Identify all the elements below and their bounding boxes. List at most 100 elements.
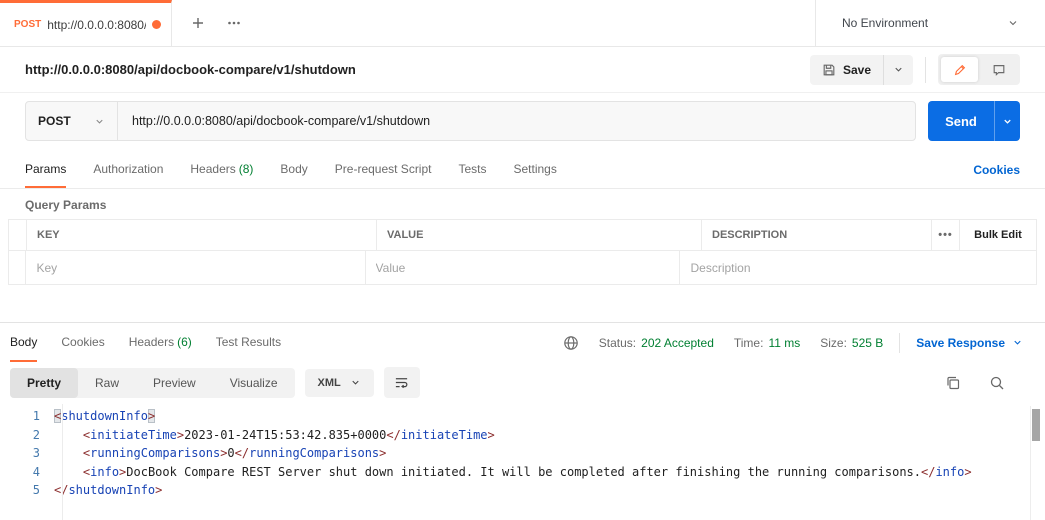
code-line: 3 <runningComparisons>0</runningComparis… — [0, 444, 1045, 463]
code-line-content: <shutdownInfo> — [54, 407, 155, 426]
chevron-down-icon — [94, 116, 105, 127]
query-params-table: KEY VALUE DESCRIPTION ••• Bulk Edit — [8, 219, 1037, 285]
tab-pre-request-script[interactable]: Pre-request Script — [335, 151, 432, 188]
tab-label: Body — [10, 335, 37, 349]
response-tabs: Body Cookies Headers(6) Test Results Sta… — [0, 323, 1045, 362]
response-code[interactable]: 1<shutdownInfo>2 <initiateTime>2023-01-2… — [0, 404, 1045, 520]
tab-count: (8) — [239, 162, 254, 176]
response-tab-headers[interactable]: Headers(6) — [129, 323, 192, 362]
params-header-row: KEY VALUE DESCRIPTION ••• Bulk Edit — [9, 220, 1036, 251]
edit-comment-toggle — [938, 54, 1020, 85]
size-badge: Size: 525 B — [820, 336, 883, 350]
request-title: http://0.0.0.0:8080/api/docbook-compare/… — [25, 62, 356, 77]
response-tab-body[interactable]: Body — [10, 323, 37, 362]
column-header-key: KEY — [26, 220, 376, 250]
code-line: 1<shutdownInfo> — [0, 407, 1045, 426]
param-value-input[interactable] — [376, 261, 670, 275]
code-line: 5</shutdownInfo> — [0, 481, 1045, 500]
unsaved-indicator-dot — [152, 20, 161, 29]
response-view-switcher: Pretty Raw Preview Visualize — [10, 368, 295, 398]
tab-authorization[interactable]: Authorization — [93, 151, 163, 188]
tab-strip: POST http://0.0.0.0:8080/ap No Environme… — [0, 0, 1045, 47]
query-params-title: Query Params — [0, 189, 1045, 219]
new-tab-plus-icon[interactable] — [190, 15, 206, 31]
search-icon[interactable] — [989, 375, 1005, 391]
view-visualize[interactable]: Visualize — [213, 368, 295, 398]
line-number: 3 — [0, 444, 54, 463]
send-button-label[interactable]: Send — [928, 101, 994, 141]
size-value: 525 B — [852, 336, 883, 350]
param-description-input[interactable] — [690, 261, 1026, 275]
response-tab-test-results[interactable]: Test Results — [216, 323, 281, 362]
tab-body[interactable]: Body — [280, 151, 307, 188]
column-header-value: VALUE — [376, 220, 701, 250]
save-response-button[interactable]: Save Response — [916, 336, 1023, 350]
tab-method-badge: POST — [14, 19, 41, 30]
comment-icon[interactable] — [980, 57, 1017, 82]
tab-label: Headers — [190, 162, 235, 176]
view-raw[interactable]: Raw — [78, 368, 136, 398]
send-options-chevron[interactable] — [994, 101, 1020, 141]
edit-pencil-icon[interactable] — [941, 57, 978, 82]
time-badge: Time: 11 ms — [734, 336, 800, 350]
view-pretty[interactable]: Pretty — [10, 368, 78, 398]
request-tabs: Params Authorization Headers (8) Body Pre… — [0, 151, 1045, 189]
tab-tests[interactable]: Tests — [458, 151, 486, 188]
line-number: 1 — [0, 407, 54, 426]
floppy-save-icon — [822, 63, 836, 77]
tab-params[interactable]: Params — [25, 151, 66, 188]
network-globe-icon[interactable] — [563, 335, 579, 351]
tab-more-options-icon[interactable] — [226, 15, 242, 31]
save-response-label: Save Response — [916, 336, 1005, 350]
row-handle-column — [9, 220, 26, 250]
tab-label: Settings — [514, 162, 557, 176]
code-line-content: <runningComparisons>0</runningComparison… — [54, 444, 386, 463]
tab-headers[interactable]: Headers (8) — [190, 151, 253, 188]
format-dropdown-value: XML — [318, 377, 341, 389]
bulk-edit-button[interactable]: Bulk Edit — [959, 220, 1036, 250]
line-number: 4 — [0, 463, 54, 482]
line-number: 2 — [0, 426, 54, 445]
tab-title: http://0.0.0.0:8080/ap — [47, 18, 146, 32]
tab-settings[interactable]: Settings — [514, 151, 557, 188]
url-input[interactable] — [118, 102, 915, 140]
url-builder: POST — [25, 101, 916, 141]
row-handle[interactable] — [9, 251, 25, 284]
scrollbar-thumb[interactable] — [1032, 409, 1040, 441]
column-header-description: DESCRIPTION — [701, 220, 931, 250]
cookies-link[interactable]: Cookies — [973, 163, 1020, 177]
response-toolbar-right — [945, 375, 1035, 391]
params-more-options-icon[interactable]: ••• — [931, 220, 959, 250]
method-dropdown[interactable]: POST — [26, 102, 118, 140]
save-options-chevron[interactable] — [884, 55, 913, 85]
code-line-content: <initiateTime>2023-01-24T15:53:42.835+00… — [54, 426, 495, 445]
status-value: 202 Accepted — [641, 336, 714, 350]
tab-label: Body — [280, 162, 307, 176]
request-response-splitter[interactable] — [0, 285, 1045, 322]
save-button-main[interactable]: Save — [810, 55, 884, 85]
request-tab[interactable]: POST http://0.0.0.0:8080/ap — [0, 0, 172, 46]
method-dropdown-value: POST — [38, 114, 71, 128]
chevron-down-icon — [350, 377, 361, 388]
param-key-input[interactable] — [36, 261, 354, 275]
code-line-content: </shutdownInfo> — [54, 481, 162, 500]
tab-label: Tests — [458, 162, 486, 176]
tab-label: Authorization — [93, 162, 163, 176]
response-tab-cookies[interactable]: Cookies — [61, 323, 104, 362]
wrap-lines-icon[interactable] — [384, 367, 420, 398]
size-label: Size: — [820, 336, 847, 350]
url-builder-row: POST Send — [0, 93, 1045, 151]
format-dropdown[interactable]: XML — [305, 369, 374, 397]
save-button[interactable]: Save — [810, 55, 913, 85]
send-button[interactable]: Send — [928, 101, 1020, 141]
line-number: 5 — [0, 481, 54, 500]
divider — [899, 333, 900, 353]
title-actions: Save — [810, 54, 1020, 85]
vertical-scrollbar[interactable] — [1030, 406, 1040, 520]
chevron-down-icon — [1012, 337, 1023, 348]
save-button-label: Save — [843, 63, 871, 77]
copy-icon[interactable] — [945, 375, 961, 391]
view-preview[interactable]: Preview — [136, 368, 213, 398]
code-line: 2 <initiateTime>2023-01-24T15:53:42.835+… — [0, 426, 1045, 445]
environment-selector[interactable]: No Environment — [815, 0, 1045, 46]
